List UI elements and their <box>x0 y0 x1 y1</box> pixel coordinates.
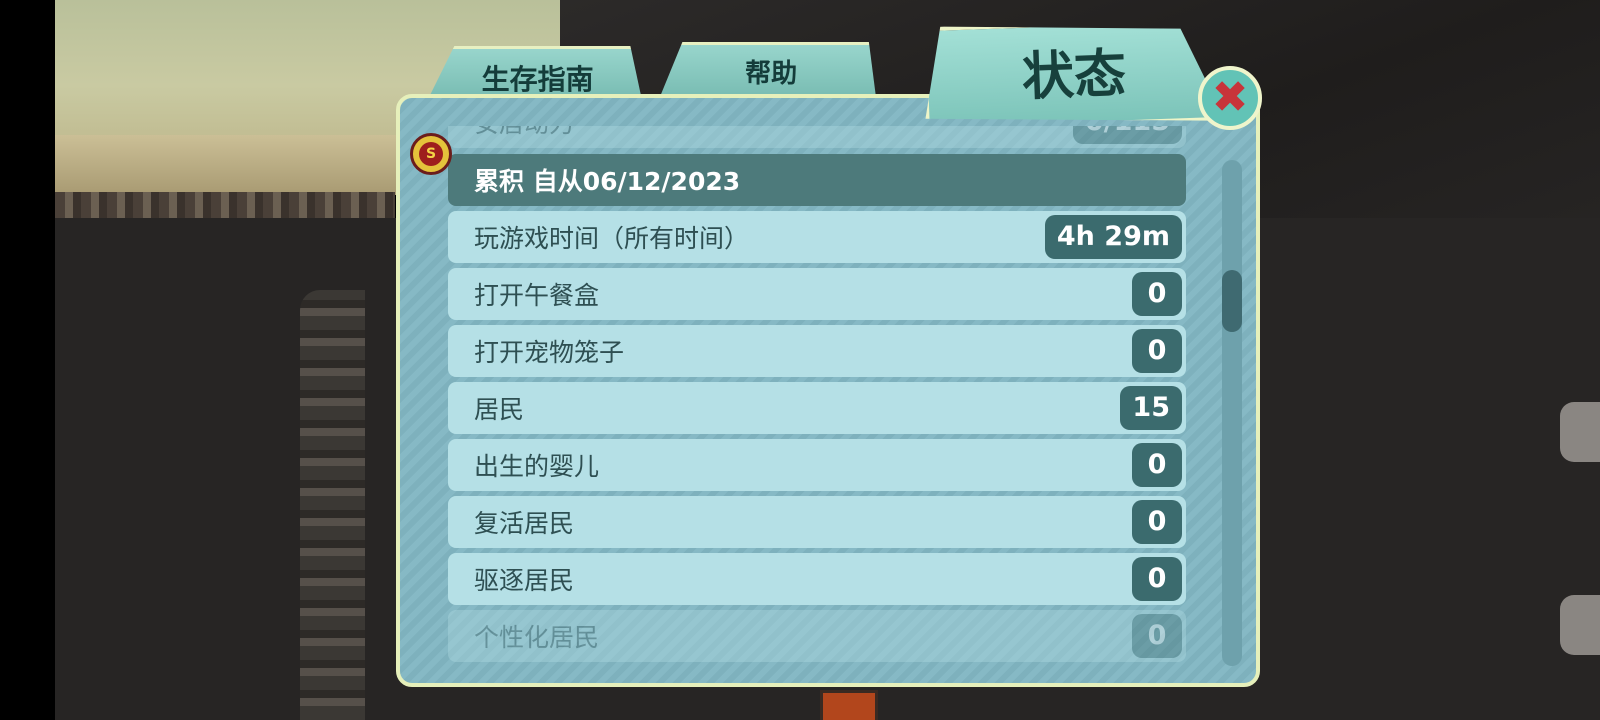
scrollbar-track[interactable] <box>1222 160 1242 666</box>
section-header: 累积 自从06/12/2023 <box>448 154 1186 206</box>
scrollbar-thumb[interactable] <box>1222 270 1242 332</box>
stat-value: 0/115 <box>1072 126 1182 144</box>
stat-value: 0 <box>1132 557 1182 601</box>
stat-label: 居民 <box>474 395 525 424</box>
vault-badge-letter: S <box>419 142 443 166</box>
stat-value: 0 <box>1132 272 1182 316</box>
list-item-pet-carriers: 打开宠物笼子 0 <box>448 325 1186 377</box>
list-item-customized-dwellers: 个性化居民 0 <box>448 610 1186 662</box>
stat-value: 0 <box>1132 443 1182 487</box>
list-item-lunchboxes: 打开午餐盒 0 <box>448 268 1186 320</box>
stat-label: 玩游戏时间（所有时间） <box>474 224 750 253</box>
stat-label: 出生的婴儿 <box>474 452 600 481</box>
stat-label: 安居动力 <box>474 126 574 140</box>
list-item-babies-born: 出生的婴儿 0 <box>448 439 1186 491</box>
rock-ledge <box>55 192 395 218</box>
stat-label: 驱逐居民 <box>474 566 575 595</box>
stat-label: 打开午餐盒 <box>474 281 600 310</box>
rock-boulder <box>1560 595 1600 655</box>
status-dialog: 生存指南 帮助 状态 ✖ S 安居动力 0/115 累积 自从06/12/202… <box>396 10 1262 687</box>
rock-boulder <box>1560 402 1600 462</box>
list-item-partial: 安居动力 0/115 <box>448 126 1186 148</box>
close-icon: ✖ <box>1211 72 1249 123</box>
tab-status[interactable]: 状态 <box>922 17 1225 131</box>
stat-label: 个性化居民 <box>474 623 600 652</box>
tab-status-label: 状态 <box>1021 44 1128 108</box>
list-item-playtime: 玩游戏时间（所有时间） 4h 29m <box>448 211 1186 263</box>
stat-value: 15 <box>1120 386 1182 430</box>
list-item-revived-dwellers: 复活居民 0 <box>448 496 1186 548</box>
stat-value: 0 <box>1132 614 1182 658</box>
stat-label: 打开宠物笼子 <box>474 338 625 367</box>
stats-list[interactable]: 安居动力 0/115 累积 自从06/12/2023 玩游戏时间（所有时间） 4… <box>448 126 1188 674</box>
stats-panel: S 安居动力 0/115 累积 自从06/12/2023 玩游戏时间（所有时间）… <box>396 94 1260 687</box>
stat-value: 0 <box>1132 500 1182 544</box>
close-button[interactable]: ✖ <box>1198 66 1262 130</box>
section-header-label: 累积 自从06/12/2023 <box>474 167 741 196</box>
vault-badge-icon: S <box>410 133 452 175</box>
stat-value: 0 <box>1132 329 1182 373</box>
stat-value: 4h 29m <box>1044 215 1182 259</box>
stat-label: 复活居民 <box>474 509 575 538</box>
vault-elevator <box>820 690 878 720</box>
screen-border-strip <box>0 0 55 720</box>
list-item-dwellers: 居民 15 <box>448 382 1186 434</box>
list-item-evicted-dwellers: 驱逐居民 0 <box>448 553 1186 605</box>
rock-wall <box>300 290 365 720</box>
